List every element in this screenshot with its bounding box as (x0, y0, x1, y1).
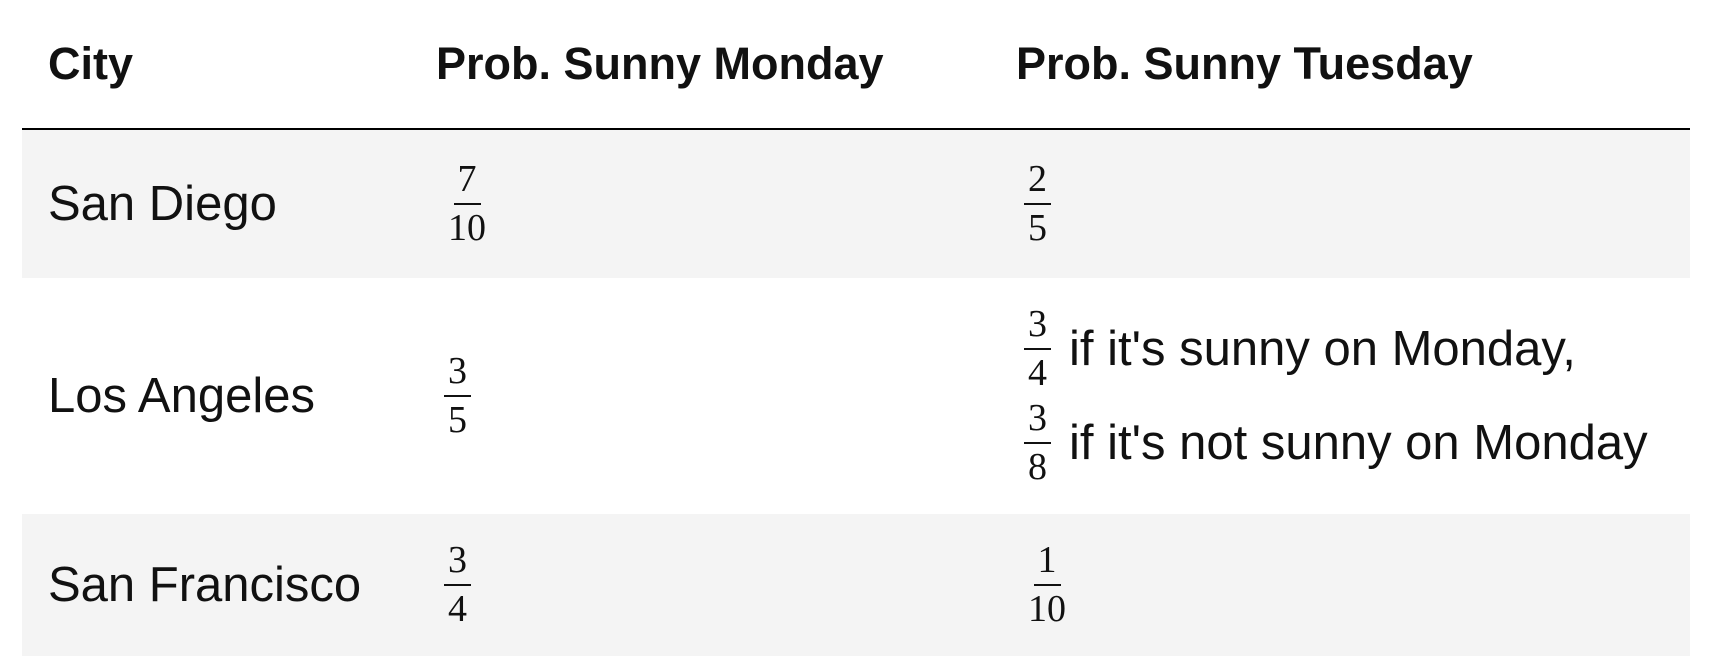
monday-prob-cell: 7 10 (410, 129, 990, 278)
header-city: City (22, 0, 410, 130)
fraction: 3 8 (1024, 397, 1051, 489)
fraction-numerator: 1 (1033, 539, 1061, 586)
header-row: City Prob. Sunny Monday Prob. Sunny Tues… (22, 0, 1690, 130)
tuesday-prob-cell: 2 5 (990, 129, 1690, 278)
fraction: 3 5 (444, 350, 471, 441)
page: City Prob. Sunny Monday Prob. Sunny Tues… (0, 0, 1710, 668)
city-cell: Los Angeles (22, 278, 410, 514)
fraction: 2 5 (1024, 158, 1051, 249)
fraction-denominator: 4 (1028, 351, 1047, 394)
fraction-numerator: 3 (1024, 303, 1051, 350)
fraction-denominator: 10 (1028, 588, 1066, 630)
monday-prob-cell: 3 5 (410, 278, 990, 514)
tuesday-prob-cell: 3 4 if it's sunny on Monday, 3 8 if it's… (990, 278, 1690, 514)
table-row: Los Angeles 3 5 3 4 if it's sunny on Mon… (22, 278, 1690, 514)
fraction-numerator: 3 (1024, 397, 1051, 445)
fraction-numerator: 2 (1024, 158, 1051, 205)
condition-text: if it's sunny on Monday, (1069, 321, 1576, 376)
fraction: 3 4 (1024, 303, 1051, 394)
city-cell: San Diego (22, 129, 410, 278)
fraction-denominator: 10 (448, 207, 486, 249)
fraction-numerator: 3 (444, 350, 471, 397)
fraction: 3 4 (444, 539, 471, 630)
fraction-denominator: 5 (1028, 207, 1047, 249)
fraction: 1 10 (1024, 539, 1070, 630)
table-row: San Francisco 3 4 1 10 (22, 514, 1690, 656)
conditional-line: 3 8 if it's not sunny on Monday (1016, 397, 1690, 489)
fraction-denominator: 4 (448, 588, 467, 630)
fraction-denominator: 8 (1028, 446, 1047, 489)
conditional-line: 3 4 if it's sunny on Monday, (1016, 303, 1690, 394)
fraction: 7 10 (444, 158, 490, 249)
fraction-denominator: 5 (448, 399, 467, 441)
header-prob-sunny-tuesday: Prob. Sunny Tuesday (990, 0, 1690, 130)
tuesday-prob-cell: 1 10 (990, 514, 1690, 656)
table-row: San Diego 7 10 2 5 (22, 129, 1690, 278)
probability-table: City Prob. Sunny Monday Prob. Sunny Tues… (22, 0, 1690, 656)
condition-text: if it's not sunny on Monday (1069, 416, 1648, 471)
monday-prob-cell: 3 4 (410, 514, 990, 656)
header-prob-sunny-monday: Prob. Sunny Monday (410, 0, 990, 130)
fraction-numerator: 3 (444, 539, 471, 586)
fraction-numerator: 7 (453, 158, 481, 205)
city-cell: San Francisco (22, 514, 410, 656)
